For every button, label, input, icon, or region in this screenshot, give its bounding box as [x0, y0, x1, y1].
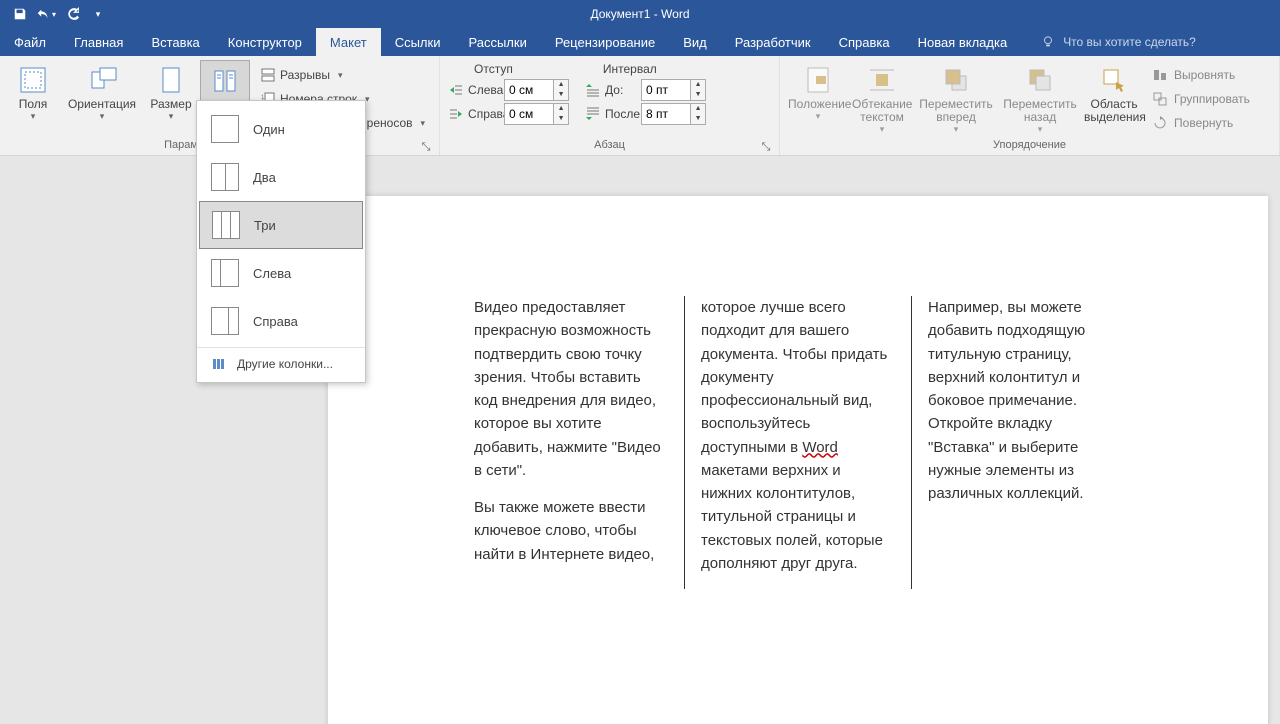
document-title: Документ1 - Word	[590, 7, 689, 21]
bring-forward-icon	[940, 64, 972, 96]
save-button[interactable]	[8, 2, 32, 26]
document-column-3[interactable]: Например, вы можете добавить подходящую …	[911, 296, 1138, 589]
group-arrange: Положение Обтекание текстом Переместить …	[780, 56, 1280, 155]
size-button[interactable]: Размер	[146, 60, 196, 122]
wrap-text-icon	[866, 64, 898, 96]
position-icon	[802, 64, 834, 96]
rotate-icon	[1152, 115, 1168, 131]
columns-option-left[interactable]: Слева	[197, 249, 365, 297]
document-columns: Видео предоставляет прекрасную возможнос…	[328, 296, 1268, 589]
send-backward-button[interactable]: Переместить назад	[1000, 60, 1080, 135]
align-button[interactable]: Выровнять	[1148, 64, 1254, 86]
paragraph-launcher[interactable]: ⤡	[761, 141, 771, 151]
orientation-icon	[86, 64, 118, 96]
ribbon-tabs: Файл Главная Вставка Конструктор Макет С…	[0, 28, 1280, 56]
spellcheck-word: Word	[802, 439, 838, 456]
columns-option-two[interactable]: Два	[197, 153, 365, 201]
lightbulb-icon	[1041, 35, 1055, 49]
ribbon: Поля Ориентация Размер Колонки Разрывы 1…	[0, 56, 1280, 156]
tell-me-search[interactable]: Что вы хотите сделать?	[1041, 28, 1196, 56]
more-columns-icon	[211, 356, 227, 372]
spacing-before-icon	[585, 82, 601, 98]
tab-insert[interactable]: Вставка	[137, 28, 213, 56]
one-column-icon	[211, 115, 239, 143]
spacing-before-spinner[interactable]: ▲▼	[641, 79, 706, 101]
spacing-after-icon	[585, 106, 601, 122]
spacing-after-spinner[interactable]: ▲▼	[641, 103, 706, 125]
group-button[interactable]: Группировать	[1148, 88, 1254, 110]
align-icon	[1152, 67, 1168, 83]
columns-icon	[209, 65, 241, 97]
tab-new[interactable]: Новая вкладка	[904, 28, 1022, 56]
indent-right-icon	[448, 106, 464, 122]
send-backward-icon	[1024, 64, 1056, 96]
tab-mailings[interactable]: Рассылки	[454, 28, 540, 56]
columns-dropdown-menu: Один Два Три Слева Справа Другие колонки…	[196, 100, 366, 383]
tab-home[interactable]: Главная	[60, 28, 137, 56]
columns-option-more[interactable]: Другие колонки...	[197, 350, 365, 378]
document-column-1[interactable]: Видео предоставляет прекрасную возможнос…	[458, 296, 684, 589]
tab-developer[interactable]: Разработчик	[721, 28, 825, 56]
rotate-button[interactable]: Повернуть	[1148, 112, 1254, 134]
group-icon	[1152, 91, 1168, 107]
redo-button[interactable]	[60, 2, 84, 26]
indent-left-icon	[448, 82, 464, 98]
tab-file[interactable]: Файл	[0, 28, 60, 56]
document-page[interactable]: Видео предоставляет прекрасную возможнос…	[328, 196, 1268, 724]
selection-pane-button[interactable]: Область выделения	[1084, 60, 1144, 124]
selection-pane-icon	[1098, 64, 1130, 96]
undo-button[interactable]: ▾	[34, 2, 58, 26]
quick-access-toolbar: ▾ ▾	[0, 2, 110, 26]
position-button[interactable]: Положение	[788, 60, 848, 122]
wrap-text-button[interactable]: Обтекание текстом	[852, 60, 912, 135]
indent-left-spinner[interactable]: ▲▼	[504, 79, 569, 101]
left-column-icon	[211, 259, 239, 287]
columns-option-three[interactable]: Три	[199, 201, 363, 249]
margins-button[interactable]: Поля	[8, 60, 58, 122]
margins-icon	[17, 64, 49, 96]
columns-option-right[interactable]: Справа	[197, 297, 365, 345]
three-column-icon	[212, 211, 240, 239]
page-setup-launcher[interactable]: ⤡	[421, 141, 431, 151]
tab-layout[interactable]: Макет	[316, 28, 381, 56]
tab-help[interactable]: Справка	[825, 28, 904, 56]
tab-references[interactable]: Ссылки	[381, 28, 455, 56]
tab-design[interactable]: Конструктор	[214, 28, 316, 56]
indent-right-spinner[interactable]: ▲▼	[504, 103, 569, 125]
breaks-icon	[260, 67, 276, 83]
breaks-button[interactable]: Разрывы	[254, 64, 431, 86]
right-column-icon	[211, 307, 239, 335]
document-workspace: Видео предоставляет прекрасную возможнос…	[0, 156, 1280, 724]
orientation-button[interactable]: Ориентация	[62, 60, 142, 122]
tab-view[interactable]: Вид	[669, 28, 721, 56]
qat-customize[interactable]: ▾	[86, 2, 110, 26]
title-bar: ▾ ▾ Документ1 - Word	[0, 0, 1280, 28]
document-column-2[interactable]: которое лучше всего подходит для вашего …	[684, 296, 911, 589]
bring-forward-button[interactable]: Переместить вперед	[916, 60, 996, 135]
group-paragraph: Отступ Интервал Слева: ▲▼ До: ▲▼ Справа:…	[440, 56, 780, 155]
columns-option-one[interactable]: Один	[197, 105, 365, 153]
size-icon	[155, 64, 187, 96]
tab-review[interactable]: Рецензирование	[541, 28, 669, 56]
two-column-icon	[211, 163, 239, 191]
